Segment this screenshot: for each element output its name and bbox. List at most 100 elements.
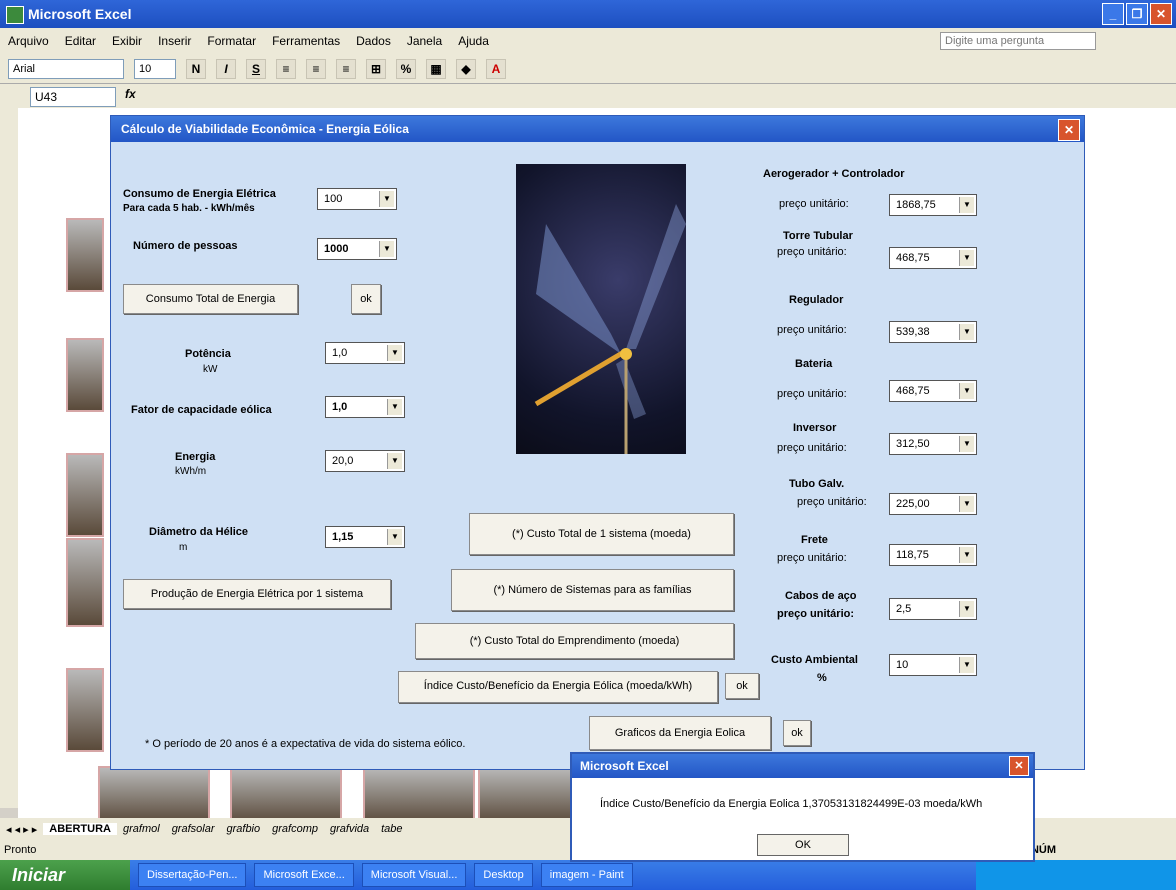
- dropdown-arrow-icon[interactable]: ▼: [387, 529, 402, 545]
- help-search-input[interactable]: Digite uma pergunta: [940, 32, 1096, 50]
- task-visual[interactable]: Microsoft Visual...: [361, 863, 467, 887]
- frete-label: Frete: [801, 534, 828, 546]
- menu-formatar[interactable]: Formatar: [199, 34, 264, 48]
- custo-ambiental-select[interactable]: 10 ▼: [889, 654, 977, 676]
- tab-nav-arrows[interactable]: ◂ ◂ ▸ ▸: [0, 823, 43, 836]
- sheet-image: [66, 453, 104, 537]
- cabos-select[interactable]: 2,5 ▼: [889, 598, 977, 620]
- dropdown-arrow-icon[interactable]: ▼: [959, 601, 974, 617]
- align-right-icon[interactable]: ≡: [336, 58, 356, 79]
- dropdown-arrow-icon[interactable]: ▼: [387, 453, 402, 469]
- menu-editar[interactable]: Editar: [57, 34, 104, 48]
- restore-icon[interactable]: ❐: [1126, 3, 1148, 25]
- taskbar: Iniciar Dissertação-Pen... Microsoft Exc…: [0, 860, 1176, 890]
- close-icon[interactable]: ✕: [1150, 3, 1172, 25]
- pessoas-select[interactable]: 1000 ▼: [317, 238, 397, 260]
- energia-unit: kWh/m: [175, 466, 207, 477]
- name-box[interactable]: U43: [30, 87, 116, 107]
- diametro-select[interactable]: 1,15 ▼: [325, 526, 405, 548]
- tab-grafmol[interactable]: grafmol: [117, 823, 166, 835]
- tab-grafvida[interactable]: grafvida: [324, 823, 375, 835]
- row-headers: [0, 108, 19, 808]
- menu-dados[interactable]: Dados: [348, 34, 399, 48]
- wind-turbine-drawing: [534, 204, 686, 454]
- bold-icon[interactable]: N: [186, 58, 206, 79]
- message-box: Microsoft Excel ✕ Índice Custo/Benefício…: [570, 752, 1035, 862]
- custo-empreendimento-button[interactable]: (*) Custo Total do Emprendimento (moeda): [415, 623, 734, 659]
- tab-grafbio[interactable]: grafbio: [220, 823, 266, 835]
- menu-janela[interactable]: Janela: [399, 34, 450, 48]
- num-sistemas-button[interactable]: (*) Número de Sistemas para as famílias: [451, 569, 734, 611]
- tab-tabe[interactable]: tabe: [375, 823, 408, 835]
- indice-button[interactable]: Índice Custo/Benefício da Energia Eólica…: [398, 671, 718, 703]
- dialog-close-icon[interactable]: ✕: [1058, 119, 1080, 141]
- italic-icon[interactable]: I: [216, 58, 236, 79]
- task-dissertacao[interactable]: Dissertação-Pen...: [138, 863, 247, 887]
- wind-turbine-image: [516, 164, 686, 454]
- task-paint[interactable]: imagem - Paint: [540, 863, 633, 887]
- dropdown-arrow-icon[interactable]: ▼: [959, 250, 974, 266]
- dropdown-arrow-icon[interactable]: ▼: [959, 547, 974, 563]
- font-size-select[interactable]: 10: [134, 58, 176, 79]
- inversor-select[interactable]: 312,50 ▼: [889, 433, 977, 455]
- dropdown-arrow-icon[interactable]: ▼: [959, 324, 974, 340]
- font-name-select[interactable]: Arial: [8, 58, 124, 79]
- dropdown-arrow-icon[interactable]: ▼: [959, 657, 974, 673]
- bateria-select[interactable]: 468,75 ▼: [889, 380, 977, 402]
- graficos-ok-button[interactable]: ok: [783, 720, 811, 746]
- dropdown-arrow-icon[interactable]: ▼: [959, 197, 974, 213]
- custo-sistema-button[interactable]: (*) Custo Total de 1 sistema (moeda): [469, 513, 734, 555]
- energia-value: 20,0: [332, 455, 354, 467]
- minimize-icon[interactable]: _: [1102, 3, 1124, 25]
- tab-abertura[interactable]: ABERTURA: [43, 823, 117, 835]
- aerogerador-select[interactable]: 1868,75 ▼: [889, 194, 977, 216]
- frete-select[interactable]: 118,75 ▼: [889, 544, 977, 566]
- consumo-total-button[interactable]: Consumo Total de Energia: [123, 284, 298, 314]
- menu-arquivo[interactable]: Arquivo: [0, 34, 57, 48]
- potencia-select[interactable]: 1,0 ▼: [325, 342, 405, 364]
- menu-ferramentas[interactable]: Ferramentas: [264, 34, 348, 48]
- consumo-select[interactable]: 100 ▼: [317, 188, 397, 210]
- sheet-image: [98, 766, 210, 825]
- menu-bar: Arquivo Editar Exibir Inserir Formatar F…: [0, 28, 1176, 54]
- task-excel[interactable]: Microsoft Exce...: [254, 863, 354, 887]
- menu-ajuda[interactable]: Ajuda: [450, 34, 497, 48]
- graficos-button[interactable]: Graficos da Energia Eolica: [589, 716, 771, 750]
- start-button[interactable]: Iniciar: [0, 860, 130, 890]
- dropdown-arrow-icon[interactable]: ▼: [387, 399, 402, 415]
- dropdown-arrow-icon[interactable]: ▼: [959, 496, 974, 512]
- task-desktop[interactable]: Desktop: [474, 863, 533, 887]
- menu-exibir[interactable]: Exibir: [104, 34, 150, 48]
- bateria-value: 468,75: [896, 385, 930, 397]
- align-left-icon[interactable]: ≡: [276, 58, 296, 79]
- producao-button[interactable]: Produção de Energia Elétrica por 1 siste…: [123, 579, 391, 609]
- tab-grafcomp[interactable]: grafcomp: [266, 823, 324, 835]
- consumo-ok-button[interactable]: ok: [351, 284, 381, 314]
- regulador-select[interactable]: 539,38 ▼: [889, 321, 977, 343]
- message-ok-button[interactable]: OK: [757, 834, 849, 856]
- system-tray: [976, 860, 1176, 890]
- energia-select[interactable]: 20,0 ▼: [325, 450, 405, 472]
- underline-icon[interactable]: S: [246, 58, 266, 79]
- tab-grafsolar[interactable]: grafsolar: [166, 823, 221, 835]
- dropdown-arrow-icon[interactable]: ▼: [379, 241, 394, 257]
- preco-label: preço unitário:: [777, 608, 855, 620]
- message-close-icon[interactable]: ✕: [1009, 756, 1029, 776]
- torre-value: 468,75: [896, 252, 930, 264]
- fator-select[interactable]: 1,0 ▼: [325, 396, 405, 418]
- dropdown-arrow-icon[interactable]: ▼: [959, 436, 974, 452]
- dropdown-arrow-icon[interactable]: ▼: [387, 345, 402, 361]
- menu-inserir[interactable]: Inserir: [150, 34, 199, 48]
- font-color-icon[interactable]: A: [486, 58, 506, 79]
- preco-label: preço unitário:: [777, 246, 847, 258]
- borders-icon[interactable]: ▦: [426, 58, 446, 79]
- align-center-icon[interactable]: ≡: [306, 58, 326, 79]
- torre-select[interactable]: 468,75 ▼: [889, 247, 977, 269]
- percent-icon[interactable]: %: [396, 58, 416, 79]
- dropdown-arrow-icon[interactable]: ▼: [379, 191, 394, 207]
- dropdown-arrow-icon[interactable]: ▼: [959, 383, 974, 399]
- merge-icon[interactable]: ⊞: [366, 58, 386, 79]
- indice-ok-button[interactable]: ok: [725, 673, 759, 699]
- fill-color-icon[interactable]: ◆: [456, 58, 476, 79]
- tubo-select[interactable]: 225,00 ▼: [889, 493, 977, 515]
